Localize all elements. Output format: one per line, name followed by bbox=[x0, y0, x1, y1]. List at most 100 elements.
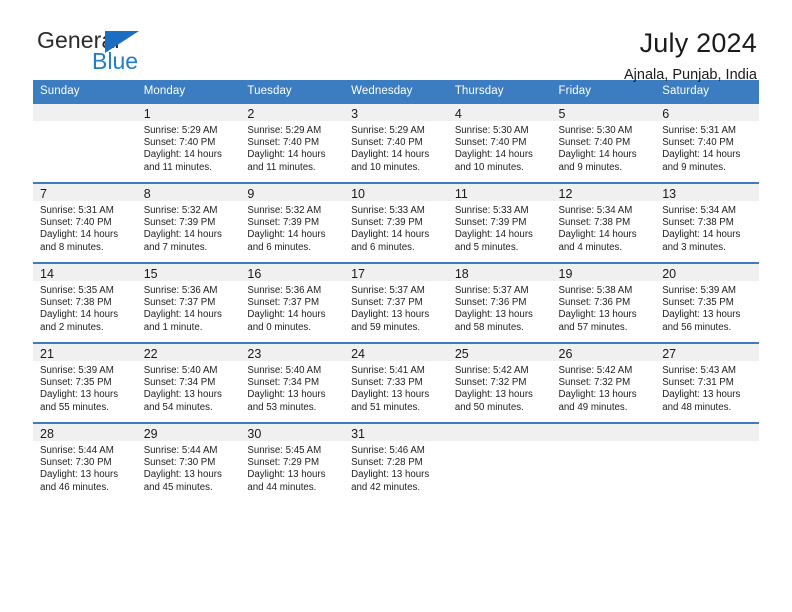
sunset-text: Sunset: 7:39 PM bbox=[143, 217, 216, 229]
daylight-text-cont: and 59 minutes. bbox=[351, 321, 421, 333]
calendar-day-cell[interactable]: 30 Sunrise: 5:45 AM Sunset: 7:29 PM Dayligh… bbox=[240, 422, 345, 502]
sunset-text: Sunset: 7:37 PM bbox=[143, 297, 216, 309]
calendar-day-cell[interactable]: 19 Sunrise: 5:38 AM Sunset: 7:36 PM Dayligh… bbox=[551, 262, 656, 343]
day-number-band: 3 bbox=[344, 104, 448, 121]
calendar-empty-cell bbox=[655, 422, 759, 502]
calendar-day-cell[interactable]: 7 Sunrise: 5:31 AM Sunset: 7:40 PM Daylight… bbox=[33, 182, 137, 263]
calendar-day-cell[interactable]: 13 Sunrise: 5:34 AM Sunset: 7:38 PM Dayligh… bbox=[655, 182, 759, 263]
day-number-band: 25 bbox=[447, 344, 552, 361]
daylight-text-cont: and 57 minutes. bbox=[558, 321, 628, 333]
day-number-band: 30 bbox=[240, 424, 345, 441]
day-number-band: 29 bbox=[136, 424, 241, 441]
sunset-text: Sunset: 7:30 PM bbox=[143, 457, 216, 469]
calendar-empty-cell bbox=[551, 422, 656, 502]
day-details: Sunrise: 5:31 AM Sunset: 7:40 PM Daylight:… bbox=[33, 201, 137, 254]
general-blue-logo[interactable]: General Blue bbox=[33, 27, 163, 83]
calendar-day-cell[interactable]: 3 Sunrise: 5:29 AM Sunset: 7:40 PM Daylight… bbox=[344, 102, 448, 183]
sunset-text: Sunset: 7:39 PM bbox=[247, 217, 320, 229]
calendar-day-cell[interactable]: 23 Sunrise: 5:40 AM Sunset: 7:34 PM Dayligh… bbox=[240, 342, 345, 423]
sunrise-text: Sunrise: 5:39 AM bbox=[662, 285, 736, 296]
sunset-text: Sunset: 7:36 PM bbox=[558, 297, 631, 309]
calendar-page: General Blue July 2024 Ajnala, Punjab, I… bbox=[0, 0, 792, 612]
calendar-day-cell[interactable]: 8 Sunrise: 5:32 AM Sunset: 7:39 PM Daylight… bbox=[136, 182, 241, 263]
day-details bbox=[655, 441, 759, 445]
calendar-day-cell[interactable]: 21 Sunrise: 5:39 AM Sunset: 7:35 PM Dayligh… bbox=[33, 342, 137, 423]
day-number: 10 bbox=[351, 187, 366, 201]
daylight-text: Daylight: 14 hours bbox=[40, 229, 119, 241]
daylight-text-cont: and 45 minutes. bbox=[143, 481, 213, 493]
day-number-band: 12 bbox=[551, 184, 656, 201]
day-number: 21 bbox=[40, 347, 54, 361]
calendar-day-cell[interactable]: 12 Sunrise: 5:34 AM Sunset: 7:38 PM Dayligh… bbox=[551, 182, 656, 263]
day-number: 26 bbox=[558, 347, 573, 361]
calendar-day-cell[interactable]: 2 Sunrise: 5:29 AM Sunset: 7:40 PM Daylight… bbox=[240, 102, 345, 183]
sunrise-text: Sunrise: 5:36 AM bbox=[247, 285, 322, 296]
day-number: 11 bbox=[454, 187, 468, 201]
day-number-band: 8 bbox=[136, 184, 241, 201]
day-number: 20 bbox=[662, 267, 677, 281]
sunrise-text: Sunrise: 5:36 AM bbox=[143, 285, 218, 296]
daylight-text: Daylight: 13 hours bbox=[247, 389, 326, 401]
day-number-band: 6 bbox=[655, 104, 759, 121]
daylight-text-cont: and 0 minutes. bbox=[247, 321, 311, 333]
sunset-text: Sunset: 7:37 PM bbox=[247, 297, 320, 309]
day-details: Sunrise: 5:34 AM Sunset: 7:38 PM Daylight:… bbox=[552, 201, 656, 254]
day-number-band: 10 bbox=[344, 184, 448, 201]
calendar-day-cell[interactable]: 5 Sunrise: 5:30 AM Sunset: 7:40 PM Daylight… bbox=[551, 102, 656, 183]
daylight-text: Daylight: 14 hours bbox=[247, 309, 326, 321]
calendar-day-cell[interactable]: 27 Sunrise: 5:43 AM Sunset: 7:31 PM Dayligh… bbox=[655, 342, 759, 423]
calendar-day-cell[interactable]: 11 Sunrise: 5:33 AM Sunset: 7:39 PM Dayligh… bbox=[447, 182, 552, 263]
day-number-band: 21 bbox=[33, 344, 137, 361]
calendar-day-cell[interactable]: 4 Sunrise: 5:30 AM Sunset: 7:40 PM Daylight… bbox=[447, 102, 552, 183]
day-number-band: 28 bbox=[33, 424, 137, 441]
sunset-text: Sunset: 7:40 PM bbox=[247, 137, 320, 149]
calendar-day-cell[interactable]: 29 Sunrise: 5:44 AM Sunset: 7:30 PM Dayligh… bbox=[136, 422, 241, 502]
calendar-day-cell[interactable]: 9 Sunrise: 5:32 AM Sunset: 7:39 PM Daylight… bbox=[240, 182, 345, 263]
sunrise-text: Sunrise: 5:34 AM bbox=[662, 205, 736, 216]
daylight-text-cont: and 58 minutes. bbox=[454, 321, 524, 333]
day-details: Sunrise: 5:40 AM Sunset: 7:34 PM Daylight:… bbox=[240, 361, 344, 414]
daylight-text-cont: and 8 minutes. bbox=[40, 241, 104, 253]
daylight-text-cont: and 51 minutes. bbox=[351, 401, 421, 413]
calendar-day-cell[interactable]: 31 Sunrise: 5:46 AM Sunset: 7:28 PM Dayligh… bbox=[344, 422, 448, 502]
sunset-text: Sunset: 7:31 PM bbox=[662, 377, 734, 389]
sunset-text: Sunset: 7:29 PM bbox=[247, 457, 320, 469]
sunrise-text: Sunrise: 5:37 AM bbox=[351, 285, 425, 296]
day-number-band bbox=[447, 424, 552, 441]
day-number: 8 bbox=[143, 187, 151, 201]
daylight-text: Daylight: 13 hours bbox=[351, 469, 430, 481]
calendar-day-cell[interactable]: 14 Sunrise: 5:35 AM Sunset: 7:38 PM Dayligh… bbox=[33, 262, 137, 343]
sunset-text: Sunset: 7:36 PM bbox=[454, 297, 527, 309]
calendar-day-cell[interactable]: 26 Sunrise: 5:42 AM Sunset: 7:32 PM Dayligh… bbox=[551, 342, 656, 423]
day-number: 6 bbox=[662, 107, 670, 121]
calendar-day-cell[interactable]: 18 Sunrise: 5:37 AM Sunset: 7:36 PM Dayligh… bbox=[447, 262, 552, 343]
daylight-text-cont: and 6 minutes. bbox=[351, 241, 415, 253]
calendar-day-cell[interactable]: 15 Sunrise: 5:36 AM Sunset: 7:37 PM Dayligh… bbox=[136, 262, 241, 343]
calendar-day-cell[interactable]: 6 Sunrise: 5:31 AM Sunset: 7:40 PM Daylight… bbox=[655, 102, 759, 183]
day-number: 28 bbox=[40, 427, 54, 441]
calendar-day-cell[interactable]: 17 Sunrise: 5:37 AM Sunset: 7:37 PM Dayligh… bbox=[344, 262, 448, 343]
calendar-day-cell[interactable]: 25 Sunrise: 5:42 AM Sunset: 7:32 PM Dayligh… bbox=[447, 342, 552, 423]
day-details bbox=[448, 441, 552, 445]
daylight-text: Daylight: 13 hours bbox=[662, 389, 741, 401]
daylight-text: Daylight: 14 hours bbox=[558, 229, 637, 241]
weekday-header-sunday: Sunday bbox=[33, 80, 137, 103]
calendar-day-cell[interactable]: 24 Sunrise: 5:41 AM Sunset: 7:33 PM Dayligh… bbox=[344, 342, 448, 423]
calendar-day-cell[interactable]: 22 Sunrise: 5:40 AM Sunset: 7:34 PM Dayligh… bbox=[136, 342, 241, 423]
day-number: 29 bbox=[143, 427, 158, 441]
calendar-body: 1 Sunrise: 5:29 AM Sunset: 7:40 PM Daylight… bbox=[33, 102, 759, 502]
day-number-band: 15 bbox=[136, 264, 241, 281]
day-number-band: 2 bbox=[240, 104, 345, 121]
day-number: 19 bbox=[558, 267, 573, 281]
calendar-day-cell[interactable]: 16 Sunrise: 5:36 AM Sunset: 7:37 PM Dayligh… bbox=[240, 262, 345, 343]
day-number-band: 22 bbox=[136, 344, 241, 361]
sunrise-text: Sunrise: 5:30 AM bbox=[454, 125, 529, 136]
day-details: Sunrise: 5:35 AM Sunset: 7:38 PM Daylight:… bbox=[33, 281, 137, 334]
calendar-day-cell[interactable]: 1 Sunrise: 5:29 AM Sunset: 7:40 PM Daylight… bbox=[136, 102, 241, 183]
calendar-day-cell[interactable]: 28 Sunrise: 5:44 AM Sunset: 7:30 PM Dayligh… bbox=[33, 422, 137, 502]
sunset-text: Sunset: 7:32 PM bbox=[454, 377, 527, 389]
sunrise-text: Sunrise: 5:35 AM bbox=[40, 285, 114, 296]
calendar-day-cell[interactable]: 20 Sunrise: 5:39 AM Sunset: 7:35 PM Dayligh… bbox=[655, 262, 759, 343]
calendar-day-cell[interactable]: 10 Sunrise: 5:33 AM Sunset: 7:39 PM Dayligh… bbox=[344, 182, 448, 263]
sunset-text: Sunset: 7:34 PM bbox=[143, 377, 216, 389]
